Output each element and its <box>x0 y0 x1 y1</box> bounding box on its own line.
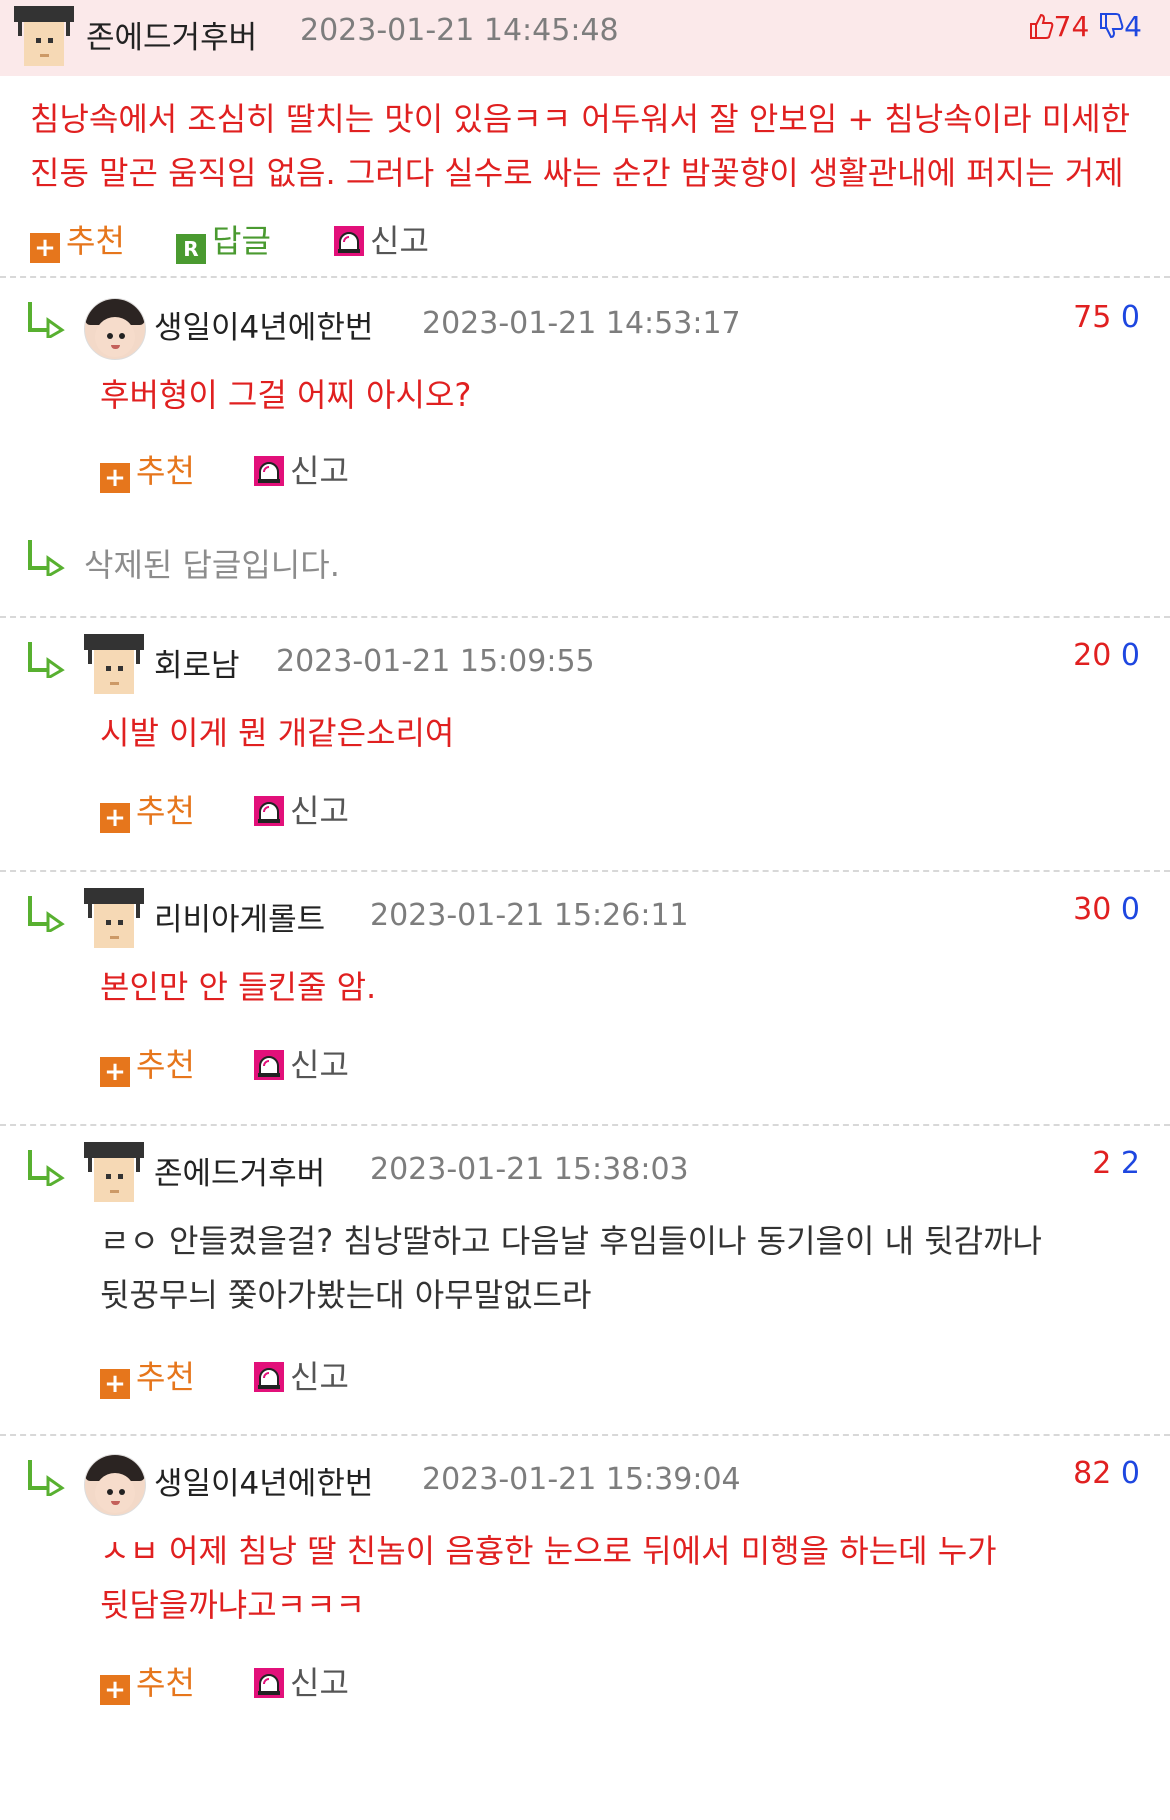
plus-icon: + <box>100 1369 130 1399</box>
siren-icon <box>254 1050 284 1080</box>
report-button[interactable]: 신고 <box>254 1352 349 1398</box>
author-name[interactable]: 회로남 <box>154 640 240 685</box>
author-name[interactable]: 존에드거후버 <box>86 12 257 57</box>
vote-counts: 20 0 <box>1073 638 1140 673</box>
comment-date: 2023-01-21 14:45:48 <box>300 13 619 48</box>
siren-icon <box>254 1668 284 1698</box>
reply-arrow-icon <box>26 1148 66 1186</box>
deleted-text: 삭제된 답글입니다. <box>84 546 340 584</box>
vote-counts: 2 2 <box>1092 1146 1140 1181</box>
recommend-button[interactable]: + 추천 <box>100 1352 195 1399</box>
comment-date: 2023-01-21 15:26:11 <box>370 898 689 933</box>
main-comment-text: 침낭속에서 조심히 딸치는 맛이 있음ㅋㅋ 어두워서 잘 안보임 + 침낭속이라… <box>30 100 1131 192</box>
reply-item: 생일이4년에한번 2023-01-21 15:39:04 82 0 ㅅㅂ 어제 … <box>0 1436 1170 1736</box>
reply-arrow-icon <box>26 894 66 932</box>
plus-icon: + <box>100 803 130 833</box>
comment-date: 2023-01-21 15:09:55 <box>276 644 595 679</box>
siren-icon <box>254 796 284 826</box>
report-button[interactable]: 신고 <box>254 446 349 492</box>
reply-text: 후버형이 그걸 어찌 아시오? <box>100 376 472 414</box>
reply-arrow-icon <box>26 538 66 576</box>
vote-counts: 74 4 <box>1028 10 1142 43</box>
student-avatar <box>84 888 144 948</box>
report-button[interactable]: 신고 <box>254 786 349 832</box>
plus-icon: + <box>100 463 130 493</box>
student-avatar <box>84 634 144 694</box>
thumbs-down-icon[interactable] <box>1098 12 1124 40</box>
reply-arrow-icon <box>26 1458 66 1496</box>
reply-text: ㄹㅇ 안들켰을걸? 침낭딸하고 다음날 후임들이나 동기을이 내 뒷감까나 뒷꿍… <box>100 1222 1042 1314</box>
main-comment-header: 존에드거후버 2023-01-21 14:45:48 74 4 <box>0 0 1170 76</box>
report-button[interactable]: 신고 <box>334 216 429 262</box>
report-button[interactable]: 신고 <box>254 1658 349 1704</box>
vote-counts: 75 0 <box>1073 300 1140 335</box>
plus-icon: + <box>30 233 60 263</box>
author-name[interactable]: 생일이4년에한번 <box>154 302 373 347</box>
comment-date: 2023-01-21 15:39:04 <box>422 1462 741 1497</box>
reply-button[interactable]: R 답글 <box>176 216 271 264</box>
main-comment-actions: + 추천 R 답글 신고 <box>0 200 1170 270</box>
siren-icon <box>254 1362 284 1392</box>
reply-text: 본인만 안 들킨줄 암. <box>100 968 377 1006</box>
reply-r-icon: R <box>176 234 206 264</box>
author-name[interactable]: 리비아게롤트 <box>154 894 325 939</box>
upvote-count: 74 <box>1053 10 1090 43</box>
plus-icon: + <box>100 1057 130 1087</box>
student-avatar <box>14 6 74 66</box>
reply-text: ㅅㅂ 어제 침낭 딸 친놈이 음흉한 눈으로 뒤에서 미행을 하는데 누가 뒷담… <box>100 1532 997 1624</box>
vote-counts: 30 0 <box>1073 892 1140 927</box>
author-name[interactable]: 존에드거후버 <box>154 1148 325 1193</box>
thumbs-up-icon[interactable] <box>1028 12 1054 40</box>
reply-item: 존에드거후버 2023-01-21 15:38:03 2 2 ㄹㅇ 안들켰을걸?… <box>0 1126 1170 1434</box>
recommend-button[interactable]: + 추천 <box>100 786 195 833</box>
comment-date: 2023-01-21 14:53:17 <box>422 306 741 341</box>
recommend-button[interactable]: + 추천 <box>100 1040 195 1087</box>
student-avatar <box>84 1142 144 1202</box>
siren-icon <box>254 456 284 486</box>
reply-item: 리비아게롤트 2023-01-21 15:26:11 30 0 본인만 안 들킨… <box>0 872 1170 1124</box>
recommend-button[interactable]: + 추천 <box>30 216 125 263</box>
comment-date: 2023-01-21 15:38:03 <box>370 1152 689 1187</box>
author-name[interactable]: 생일이4년에한번 <box>154 1458 373 1503</box>
deleted-reply: 삭제된 답글입니다. <box>0 516 1170 616</box>
reply-item: 생일이4년에한번 2023-01-21 14:53:17 75 0 후버형이 그… <box>0 278 1170 516</box>
baby-avatar <box>84 1454 146 1516</box>
vote-counts: 82 0 <box>1073 1456 1140 1491</box>
recommend-button[interactable]: + 추천 <box>100 446 195 493</box>
recommend-button[interactable]: + 추천 <box>100 1658 195 1705</box>
downvote-count: 4 <box>1124 10 1142 43</box>
baby-avatar <box>84 298 146 360</box>
reply-item: 회로남 2023-01-21 15:09:55 20 0 시발 이게 뭔 개같은… <box>0 618 1170 870</box>
report-button[interactable]: 신고 <box>254 1040 349 1086</box>
plus-icon: + <box>100 1675 130 1705</box>
siren-icon <box>334 226 364 256</box>
reply-arrow-icon <box>26 640 66 678</box>
reply-text: 시발 이게 뭔 개같은소리여 <box>100 714 455 752</box>
reply-arrow-icon <box>26 300 66 338</box>
